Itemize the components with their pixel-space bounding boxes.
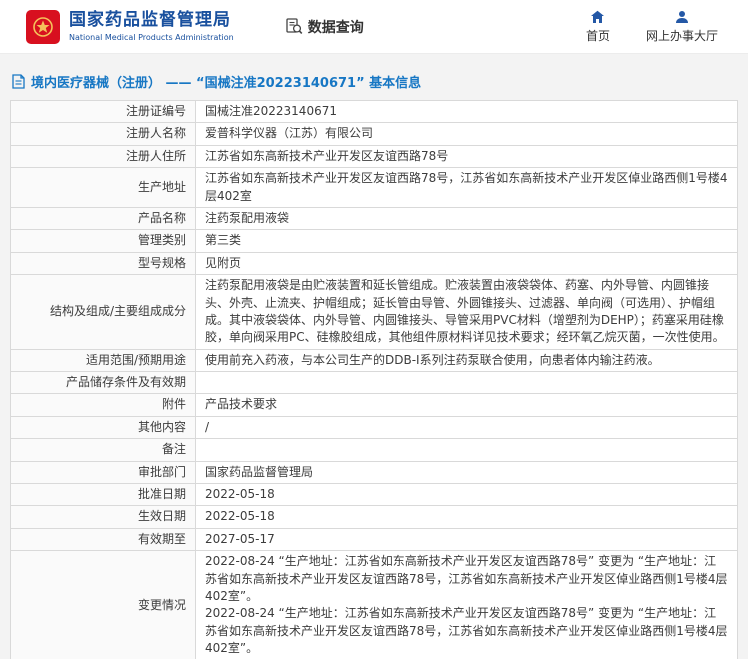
row-label: 适用范围/预期用途 (11, 349, 196, 371)
row-value: 2022-05-18 (196, 484, 738, 506)
row-label: 注册证编号 (11, 101, 196, 123)
table-row: 注册证编号 国械注准20223140671 (11, 101, 738, 123)
row-label: 有效期至 (11, 528, 196, 550)
table-row: 型号规格 见附页 (11, 252, 738, 274)
row-value: 江苏省如东高新技术产业开发区友谊西路78号，江苏省如东高新技术产业开发区倬业路西… (196, 168, 738, 208)
person-icon (675, 10, 689, 24)
row-value: 注药泵配用液袋 (196, 207, 738, 229)
table-row: 其他内容 / (11, 416, 738, 438)
row-value (196, 439, 738, 461)
row-value: 使用前充入药液，与本公司生产的DDB-Ⅰ系列注药泵联合使用，向患者体内输注药液。 (196, 349, 738, 371)
row-value: 2022-08-24 “生产地址：江苏省如东高新技术产业开发区友谊西路78号” … (196, 551, 738, 659)
registration-info-table: 注册证编号 国械注准20223140671 注册人名称 爱普科学仪器（江苏）有限… (10, 100, 738, 659)
top-header: 国家药品监督管理局 National Medical Products Admi… (0, 0, 748, 54)
row-value: 第三类 (196, 230, 738, 252)
row-label: 审批部门 (11, 461, 196, 483)
row-label: 管理类别 (11, 230, 196, 252)
row-label: 生效日期 (11, 506, 196, 528)
table-row: 结构及组成/主要组成成分 注药泵配用液袋是由贮液装置和延长管组成。贮液装置由液袋… (11, 275, 738, 350)
document-icon (12, 74, 25, 89)
nmpa-logo-icon (26, 10, 60, 44)
row-label: 批准日期 (11, 484, 196, 506)
table-row: 有效期至 2027-05-17 (11, 528, 738, 550)
table-row: 注册人名称 爱普科学仪器（江苏）有限公司 (11, 123, 738, 145)
row-value: 国家药品监督管理局 (196, 461, 738, 483)
search-icon (286, 18, 303, 35)
nmpa-emblem-icon (31, 15, 55, 39)
row-label: 生产地址 (11, 168, 196, 208)
row-value: 国械注准20223140671 (196, 101, 738, 123)
table-row: 适用范围/预期用途 使用前充入药液，与本公司生产的DDB-Ⅰ系列注药泵联合使用，… (11, 349, 738, 371)
table-row: 产品名称 注药泵配用液袋 (11, 207, 738, 229)
row-value: 爱普科学仪器（江苏）有限公司 (196, 123, 738, 145)
row-label: 产品名称 (11, 207, 196, 229)
table-row: 备注 (11, 439, 738, 461)
page-title: 境内医疗器械（注册） —— “国械注准20223140671” 基本信息 (12, 72, 738, 91)
table-row: 注册人住所 江苏省如东高新技术产业开发区友谊西路78号 (11, 145, 738, 167)
table-row: 批准日期 2022-05-18 (11, 484, 738, 506)
table-row: 附件 产品技术要求 (11, 394, 738, 416)
row-label: 产品储存条件及有效期 (11, 372, 196, 394)
row-label: 其他内容 (11, 416, 196, 438)
row-value: 注药泵配用液袋是由贮液装置和延长管组成。贮液装置由液袋袋体、药塞、内外导管、内圆… (196, 275, 738, 350)
row-value: 2027-05-17 (196, 528, 738, 550)
row-label: 型号规格 (11, 252, 196, 274)
info-table-body: 注册证编号 国械注准20223140671 注册人名称 爱普科学仪器（江苏）有限… (11, 101, 738, 659)
row-label: 附件 (11, 394, 196, 416)
nav-item-home[interactable]: 首页 (586, 10, 610, 44)
row-value: 产品技术要求 (196, 394, 738, 416)
row-label: 注册人住所 (11, 145, 196, 167)
top-nav: 首页 网上办事大厅 (586, 10, 718, 44)
nav-item-online-hall[interactable]: 网上办事大厅 (646, 10, 718, 44)
data-query-nav[interactable]: 数据查询 (286, 17, 364, 37)
row-value (196, 372, 738, 394)
home-icon (590, 10, 605, 24)
table-row: 变更情况 2022-08-24 “生产地址：江苏省如东高新技术产业开发区友谊西路… (11, 551, 738, 659)
row-label: 变更情况 (11, 551, 196, 659)
table-row: 生产地址 江苏省如东高新技术产业开发区友谊西路78号，江苏省如东高新技术产业开发… (11, 168, 738, 208)
org-names: 国家药品监督管理局 National Medical Products Admi… (69, 11, 234, 42)
table-row: 产品储存条件及有效期 (11, 372, 738, 394)
data-query-label: 数据查询 (308, 17, 364, 37)
page-title-text: 境内医疗器械（注册） —— “国械注准20223140671” 基本信息 (31, 72, 421, 91)
table-row: 审批部门 国家药品监督管理局 (11, 461, 738, 483)
row-value: 2022-05-18 (196, 506, 738, 528)
row-label: 备注 (11, 439, 196, 461)
nav-hall-label: 网上办事大厅 (646, 27, 718, 44)
nav-home-label: 首页 (586, 27, 610, 44)
org-name-en: National Medical Products Administration (69, 33, 234, 42)
row-value: 见附页 (196, 252, 738, 274)
row-value: / (196, 416, 738, 438)
main-content: 境内医疗器械（注册） —— “国械注准20223140671” 基本信息 注册证… (0, 54, 748, 659)
row-label: 注册人名称 (11, 123, 196, 145)
table-row: 生效日期 2022-05-18 (11, 506, 738, 528)
org-name-cn: 国家药品监督管理局 (69, 11, 234, 31)
row-label: 结构及组成/主要组成成分 (11, 275, 196, 350)
table-row: 管理类别 第三类 (11, 230, 738, 252)
row-value: 江苏省如东高新技术产业开发区友谊西路78号 (196, 145, 738, 167)
